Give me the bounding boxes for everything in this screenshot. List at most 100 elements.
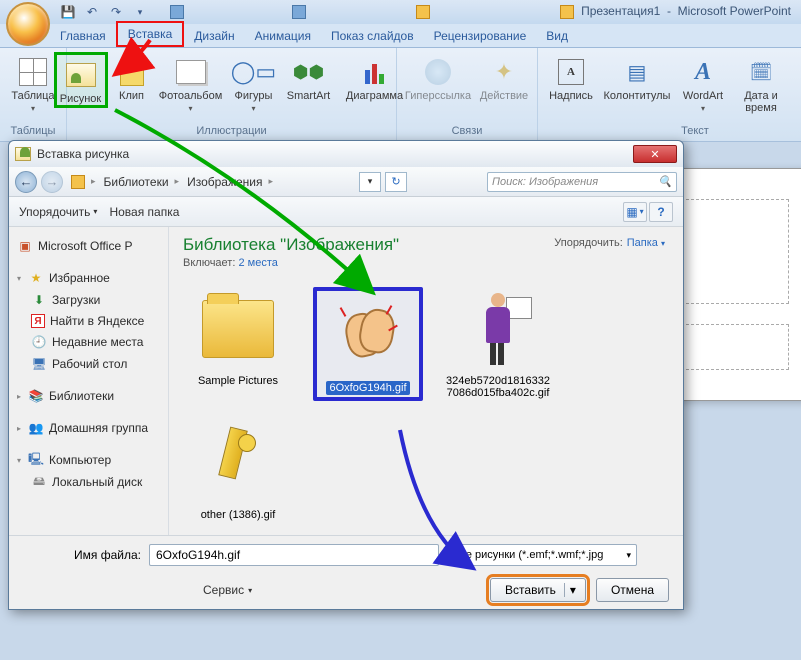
powerpoint-icon <box>560 5 574 19</box>
command-row: Упорядочить ▾ Новая папка ▦▾ ? <box>9 197 683 227</box>
file-item-label: Sample Pictures <box>198 375 278 387</box>
sidebar-item-recent[interactable]: 🕘Недавние места <box>13 331 164 353</box>
filetype-dropdown[interactable]: Все рисунки (*.emf;*.wmf;*.jpg▾ <box>447 544 637 566</box>
file-item-selected[interactable]: 6OxfoG194h.gif <box>313 287 423 401</box>
close-icon: ✕ <box>650 148 659 161</box>
forward-button[interactable]: → <box>41 171 63 193</box>
save-icon[interactable]: 💾 <box>58 2 78 22</box>
disk-icon: 🖴 <box>31 474 47 490</box>
clip-button[interactable]: Клип <box>112 52 152 102</box>
file-item-label: 324eb5720d18163327086d015fba402c.gif <box>443 375 553 399</box>
sidebar: ▣Microsoft Office P ▾★Избранное ⬇Загрузк… <box>9 227 169 537</box>
sidebar-item-libraries[interactable]: ▸📚Библиотеки <box>13 385 164 407</box>
chevron-down-icon: ▾ <box>661 239 665 248</box>
back-icon: ← <box>20 174 33 189</box>
tab-review[interactable]: Рецензирование <box>424 25 537 47</box>
action-label: Действие <box>480 90 528 102</box>
sidebar-item-downloads[interactable]: ⬇Загрузки <box>13 289 164 311</box>
picture-button[interactable]: Рисунок <box>54 52 108 108</box>
hyperlink-label: Гиперссылка <box>405 90 471 102</box>
shapes-button[interactable]: ◯▭ Фигуры ▾ <box>230 52 278 113</box>
undo-icon[interactable]: ↶ <box>82 2 102 22</box>
filename-input[interactable] <box>149 544 439 566</box>
photoalbum-label: Фотоальбом <box>159 90 223 102</box>
chevron-down-icon: ▾ <box>626 550 631 561</box>
sidebar-item-desktop[interactable]: 🖥Рабочий стол <box>13 353 164 375</box>
datetime-label: Дата и время <box>734 90 788 114</box>
wordart-button[interactable]: A WordArt ▾ <box>676 52 730 113</box>
tab-insert[interactable]: Вставка <box>116 21 185 47</box>
dialog-body: ▣Microsoft Office P ▾★Избранное ⬇Загрузк… <box>9 227 683 537</box>
refresh-button[interactable]: ↻ <box>385 172 407 192</box>
chevron-down-icon: ▾ <box>17 274 21 283</box>
ribbon-tabs: Главная Вставка Дизайн Анимация Показ сл… <box>0 24 801 48</box>
chevron-right-icon[interactable]: ▸ <box>89 176 98 187</box>
back-button[interactable]: ← <box>15 171 37 193</box>
tab-animation[interactable]: Анимация <box>245 25 321 47</box>
downloads-icon: ⬇ <box>31 292 47 308</box>
shapes-icon: ◯▭ <box>238 56 270 88</box>
clap-icon <box>340 303 396 367</box>
newfolder-button[interactable]: Новая папка <box>109 205 179 219</box>
breadcrumb-libraries[interactable]: Библиотеки <box>104 175 169 189</box>
chevron-right-icon[interactable]: ▸ <box>267 176 276 187</box>
hyperlink-button[interactable]: Гиперссылка <box>403 52 473 102</box>
doc-mini-icon <box>170 5 184 19</box>
clip-icon <box>120 58 144 86</box>
table-icon <box>19 58 47 86</box>
textbox-button[interactable]: A Надпись <box>544 52 598 102</box>
datetime-icon: 🗓 <box>745 56 777 88</box>
shapes-label: Фигуры <box>235 90 273 102</box>
headerfooter-button[interactable]: ▤ Колонтитулы <box>602 52 672 102</box>
close-button[interactable]: ✕ <box>633 145 677 163</box>
sort-dropdown[interactable]: Папка ▾ <box>627 237 665 249</box>
view-mode-button[interactable]: ▦▾ <box>623 202 647 222</box>
office-button[interactable] <box>6 2 50 46</box>
tab-home[interactable]: Главная <box>50 25 116 47</box>
tab-view[interactable]: Вид <box>536 25 578 47</box>
action-button[interactable]: ✦ Действие <box>477 52 531 102</box>
cancel-button[interactable]: Отмена <box>596 578 669 602</box>
photoalbum-button[interactable]: Фотоальбом ▾ <box>156 52 226 113</box>
folder-icon <box>202 300 274 358</box>
organize-button[interactable]: Упорядочить ▾ <box>19 205 97 219</box>
table-button[interactable]: Таблица ▾ <box>6 52 60 113</box>
clip-label: Клип <box>119 90 144 102</box>
yandex-icon: Я <box>31 314 45 328</box>
pencil-icon <box>210 428 266 498</box>
sidebar-item-yandex[interactable]: ЯНайти в Яндексе <box>13 311 164 331</box>
sidebar-item-computer[interactable]: ▾🖳Компьютер <box>13 449 164 471</box>
sidebar-item-msoffice[interactable]: ▣Microsoft Office P <box>13 235 164 257</box>
group-text: A Надпись ▤ Колонтитулы A WordArt ▾ 🗓 Да… <box>538 48 801 141</box>
file-item[interactable]: 324eb5720d18163327086d015fba402c.gif <box>443 287 553 401</box>
help-button[interactable]: ? <box>649 202 673 222</box>
recent-icon: 🕘 <box>31 334 47 350</box>
file-item-folder[interactable]: Sample Pictures <box>183 287 293 401</box>
history-dropdown[interactable]: ▾ <box>359 172 381 192</box>
service-dropdown[interactable]: Сервис ▾ <box>203 583 252 597</box>
slidenum-label: Номер слайда <box>792 90 801 114</box>
library-includes-link[interactable]: 2 места <box>238 257 277 269</box>
qat-dropdown-icon[interactable]: ▾ <box>130 2 150 22</box>
redo-icon[interactable]: ↷ <box>106 2 126 22</box>
dialog-titlebar[interactable]: Вставка рисунка ✕ <box>9 141 683 167</box>
doc-mini-icon <box>416 5 430 19</box>
slidenum-button[interactable]: # Номер слайда <box>792 52 801 114</box>
chevron-right-icon[interactable]: ▸ <box>173 176 182 187</box>
chevron-down-icon[interactable]: ▾ <box>564 583 581 597</box>
sidebar-item-localdisk[interactable]: 🖴Локальный диск <box>13 471 164 493</box>
breadcrumb-images[interactable]: Изображения <box>187 175 262 189</box>
powerpoint-icon: ▣ <box>17 238 33 254</box>
tab-slideshow[interactable]: Показ слайдов <box>321 25 424 47</box>
insert-button[interactable]: Вставить▾ <box>490 578 586 602</box>
datetime-button[interactable]: 🗓 Дата и время <box>734 52 788 114</box>
group-illustrations-label: Иллюстрации <box>196 123 266 139</box>
sort-row: Упорядочить: Папка ▾ <box>554 237 665 249</box>
sidebar-item-favorites[interactable]: ▾★Избранное <box>13 267 164 289</box>
smartart-button[interactable]: ⬢⬢ SmartArt <box>282 52 336 102</box>
file-item[interactable]: other (1386).gif <box>183 421 293 521</box>
table-label: Таблица <box>11 90 54 102</box>
tab-design[interactable]: Дизайн <box>184 25 244 47</box>
search-input[interactable]: Поиск: Изображения 🔍 <box>487 172 677 192</box>
sidebar-item-homegroup[interactable]: ▸👥Домашняя группа <box>13 417 164 439</box>
